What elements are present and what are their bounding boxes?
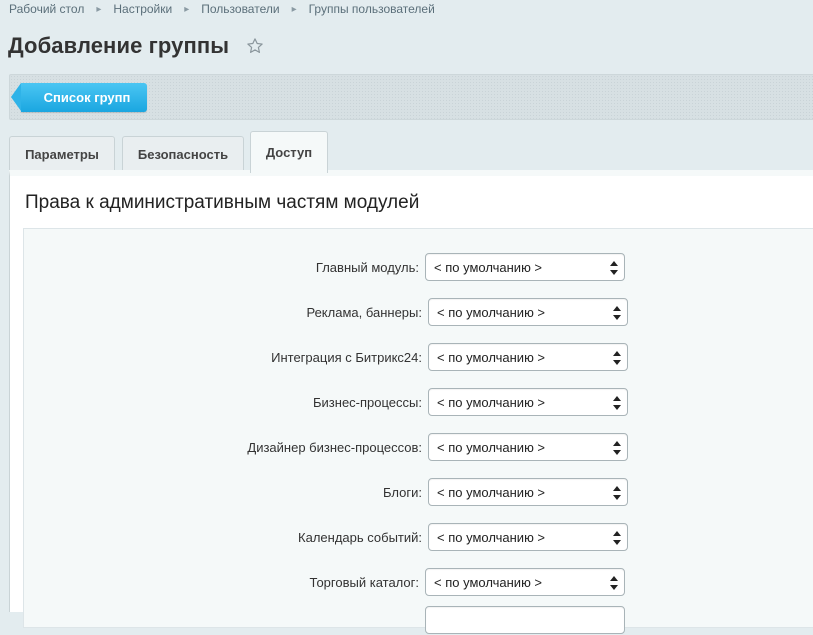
title-row: Добавление группы [8,33,265,59]
updown-arrows-icon [613,351,621,365]
row-label: Блоги: [383,484,422,500]
permission-select[interactable]: < по умолчанию > [428,388,628,416]
select-value: < по умолчанию > [434,574,543,590]
page-title: Добавление группы [8,33,230,58]
permission-row: Реклама, баннеры: < по умолчанию > [24,297,813,327]
permission-row: Календарь событий: < по умолчанию > [24,522,813,552]
row-label: Реклама, баннеры: [306,304,422,320]
tab-security[interactable]: Безопасность [122,136,244,172]
content-panel: Права к административным частям модулей … [9,170,813,634]
permission-select[interactable]: < по умолчанию > [425,253,625,281]
permissions-form: Главный модуль: < по умолчанию > Реклама… [23,228,813,634]
tab-access[interactable]: Доступ [250,131,328,173]
permission-select[interactable]: < по умолчанию > [428,478,628,506]
row-label: Бизнес-процессы: [313,394,422,410]
updown-arrows-icon [613,441,621,455]
select-value: < по умолчанию > [437,529,546,545]
updown-arrows-icon [610,576,618,590]
permission-row: Блоги: < по умолчанию > [24,477,813,507]
permission-select[interactable]: < по умолчанию > [428,343,628,371]
row-label: Торговый каталог: [309,574,419,590]
breadcrumb-item-user-groups[interactable]: Группы пользователей [309,2,435,16]
permission-select[interactable]: < по умолчанию > [425,568,625,596]
permission-row: Торговый каталог: < по умолчанию > [24,567,813,597]
chevron-right-icon: ▸ [184,3,190,15]
select-value: < по умолчанию > [437,439,546,455]
breadcrumb-item-desktop[interactable]: Рабочий стол [9,2,84,16]
row-label: Интеграция с Битрикс24: [271,349,422,365]
select-value: < по умолчанию > [437,304,546,320]
updown-arrows-icon [613,531,621,545]
select-value: < по умолчанию > [434,259,543,275]
select-value: < по умолчанию > [437,394,546,410]
star-icon[interactable] [245,36,265,56]
updown-arrows-icon [613,306,621,320]
tab-parameters[interactable]: Параметры [9,136,115,172]
permission-row: Бизнес-процессы: < по умолчанию > [24,387,813,417]
breadcrumb: Рабочий стол ▸ Настройки ▸ Пользователи … [9,2,435,16]
row-label: Дизайнер бизнес-процессов: [247,439,422,455]
permission-row [24,605,813,635]
breadcrumb-item-users[interactable]: Пользователи [201,2,279,16]
permission-row: Дизайнер бизнес-процессов: < по умолчани… [24,432,813,462]
group-list-button[interactable]: Список групп [11,83,147,112]
updown-arrows-icon [610,261,618,275]
select-value: < по умолчанию > [437,349,546,365]
chevron-right-icon: ▸ [291,3,297,15]
row-label: Главный модуль: [315,259,419,275]
select-value: < по умолчанию > [437,484,546,500]
row-label: Календарь событий: [298,529,422,545]
permission-select[interactable]: < по умолчанию > [428,298,628,326]
updown-arrows-icon [613,486,621,500]
chevron-right-icon: ▸ [96,3,102,15]
permission-select[interactable]: < по умолчанию > [428,433,628,461]
section-title: Права к административным частям модулей [25,192,420,213]
permission-row: Главный модуль: < по умолчанию > [24,252,813,282]
updown-arrows-icon [613,396,621,410]
permission-select[interactable]: < по умолчанию > [428,523,628,551]
permission-select[interactable] [425,606,625,634]
breadcrumb-item-settings[interactable]: Настройки [113,2,172,16]
toolbar: Список групп [9,74,813,120]
permission-row: Интеграция с Битрикс24: < по умолчанию > [24,342,813,372]
